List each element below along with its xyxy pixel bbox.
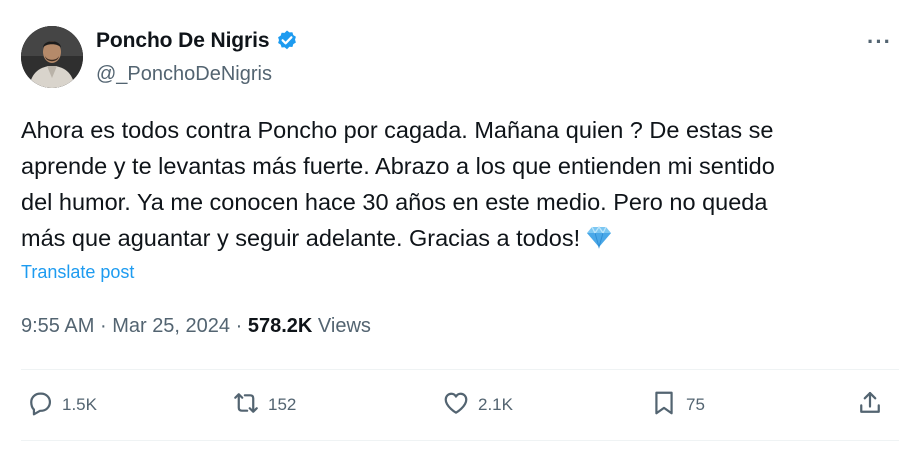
bookmark-icon [650,389,678,422]
like-count: 2.1K [478,395,513,414]
verified-badge-icon[interactable] [275,29,299,53]
gem-icon [586,223,612,259]
tweet-text: Ahora es todos contra Poncho por cagada.… [21,112,901,259]
bookmark-count: 75 [686,395,705,414]
tweet-text-line: más que aguantar y seguir adelante. Grac… [21,220,901,259]
meta-separator: · [99,315,107,337]
repost-button[interactable]: 152 [232,388,296,422]
avatar[interactable] [21,26,83,88]
share-button[interactable] [856,388,884,422]
meta-separator: · [235,315,243,337]
tweet-meta: 9:55 AM · Mar 25, 2024 · 578.2K Views [21,315,371,338]
translate-post-link[interactable]: Translate post [21,262,134,283]
bookmark-button[interactable]: 75 [650,388,705,422]
tweet-text-line: aprende y te levantas más fuerte. Abrazo… [21,153,775,179]
repost-icon [232,389,260,422]
reply-button[interactable]: 1.5K [26,388,97,422]
share-icon [856,389,884,422]
tweet-text-line-content: más que aguantar y seguir adelante. Grac… [21,225,581,251]
divider [21,369,899,370]
more-options-icon[interactable]: ··· [867,29,892,55]
tweet-card: Poncho De Nigris @_PonchoDeNigris ··· Ah… [0,0,920,454]
repost-count: 152 [268,395,297,414]
heart-icon [442,389,470,422]
name-row: Poncho De Nigris [96,29,299,53]
tweet-time[interactable]: 9:55 AM [21,315,94,337]
display-name[interactable]: Poncho De Nigris [96,29,270,53]
views-label: Views [317,315,371,337]
reply-count: 1.5K [62,395,97,414]
divider [21,440,899,441]
reply-icon [26,389,54,422]
tweet-text-line: Ahora es todos contra Poncho por cagada.… [21,117,774,143]
user-handle[interactable]: @_PonchoDeNigris [96,63,272,86]
tweet-date[interactable]: Mar 25, 2024 [112,315,230,337]
views-count: 578.2K [247,315,313,337]
tweet-text-line: del humor. Ya me conocen hace 30 años en… [21,189,768,215]
like-button[interactable]: 2.1K [442,388,513,422]
